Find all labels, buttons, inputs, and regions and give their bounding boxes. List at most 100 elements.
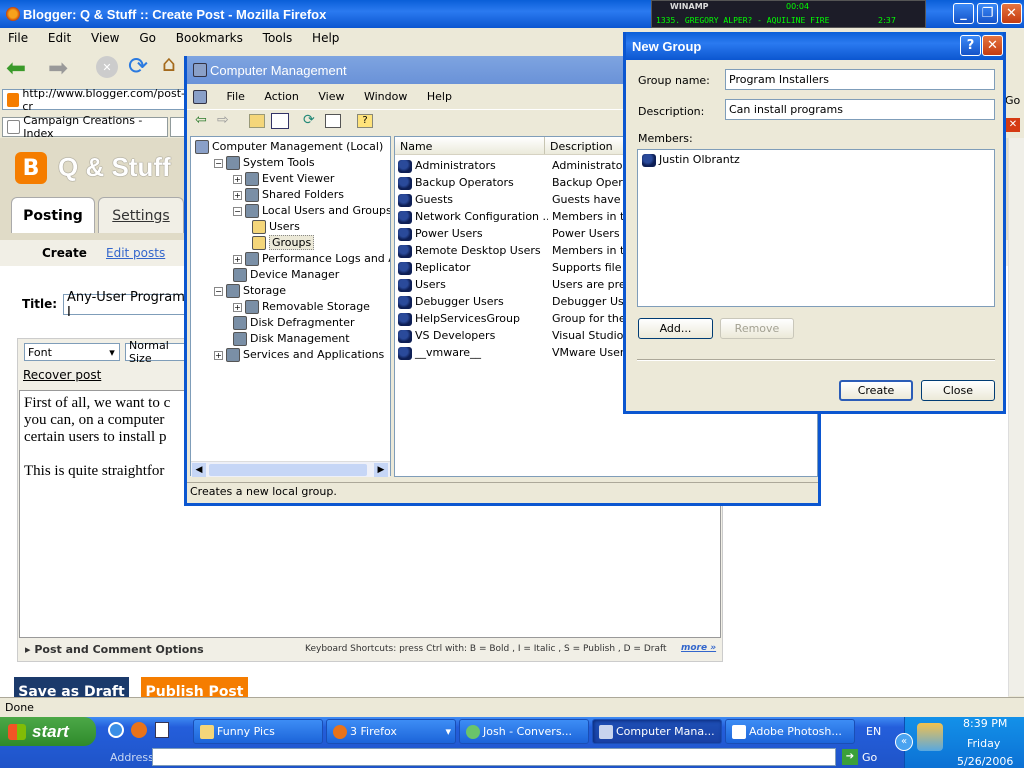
task-firefox[interactable]: 3 Firefox ▾ xyxy=(326,719,456,744)
collapse-toggle-icon[interactable]: − xyxy=(233,206,242,216)
home-icon[interactable]: ⌂ xyxy=(162,52,176,77)
tree-node[interactable]: + Event Viewer xyxy=(191,171,390,187)
menu-edit[interactable]: Edit xyxy=(48,31,71,45)
forward-icon[interactable]: ➡ xyxy=(48,54,68,82)
tree-node[interactable]: + Services and Applications xyxy=(191,347,390,363)
cm-forward-icon[interactable]: ⇨ xyxy=(217,112,229,128)
tree-node[interactable]: − Storage xyxy=(191,283,390,299)
menu-file[interactable]: File xyxy=(8,31,28,45)
cm-menu-view[interactable]: View xyxy=(318,90,344,103)
tree-node[interactable]: Users xyxy=(191,219,390,235)
menu-go[interactable]: Go xyxy=(139,31,156,45)
clock-time[interactable]: 8:39 PM xyxy=(963,717,1007,730)
scroll-right-icon[interactable]: ▶ xyxy=(374,463,388,477)
tree-node[interactable]: Computer Management (Local) xyxy=(191,139,390,155)
cm-back-icon[interactable]: ⇦ xyxy=(195,112,207,128)
tree-node[interactable]: − System Tools xyxy=(191,155,390,171)
firefox-minimize-button[interactable]: _ xyxy=(953,3,974,24)
firefox-quicklaunch-icon[interactable] xyxy=(131,722,147,738)
member-item[interactable]: Justin Olbrantz xyxy=(642,152,990,168)
publish-post-button[interactable]: Publish Post xyxy=(141,677,248,697)
ie-quicklaunch-icon[interactable] xyxy=(108,722,124,738)
expand-toggle-icon[interactable]: + xyxy=(233,254,242,264)
subtab-edit-posts[interactable]: Edit posts xyxy=(106,246,165,260)
scroll-thumb[interactable] xyxy=(209,464,367,476)
expand-toggle-icon[interactable]: + xyxy=(214,350,223,360)
start-button[interactable]: start xyxy=(0,717,96,746)
firefox-maximize-button[interactable]: ❐ xyxy=(977,3,998,24)
collapse-toggle-icon[interactable]: − xyxy=(214,158,223,168)
address-go-icon[interactable]: ➔ xyxy=(842,749,858,765)
cm-up-icon[interactable] xyxy=(249,114,265,128)
expand-toggle-icon[interactable]: + xyxy=(233,174,242,184)
tree-node[interactable]: Groups xyxy=(191,235,390,251)
help-button[interactable]: ? xyxy=(960,35,981,56)
task-josh-conversation[interactable]: Josh - Convers... xyxy=(459,719,589,744)
description-input[interactable]: Can install programs xyxy=(725,99,995,120)
address-bar[interactable]: http://www.blogger.com/post-cr xyxy=(2,87,186,113)
tree-node[interactable]: + Removable Storage xyxy=(191,299,390,315)
tray-app-icon[interactable] xyxy=(917,723,943,751)
reload-icon[interactable]: ⟳ xyxy=(128,52,148,80)
members-list[interactable]: Justin Olbrantz xyxy=(637,149,995,307)
back-icon[interactable]: ⬅ xyxy=(6,54,26,82)
remove-member-button[interactable]: Remove xyxy=(720,318,794,339)
menu-help[interactable]: Help xyxy=(312,31,339,45)
close-button[interactable]: Close xyxy=(921,380,995,401)
cm-export-icon[interactable] xyxy=(325,114,341,128)
menu-tools[interactable]: Tools xyxy=(263,31,293,45)
language-indicator[interactable]: EN xyxy=(866,725,881,738)
tree-node[interactable]: + Shared Folders xyxy=(191,187,390,203)
cm-tree-hscroll[interactable]: ◀ ▶ xyxy=(191,461,390,477)
post-title-input[interactable]: Any-User Program I xyxy=(63,290,187,320)
task-photoshop[interactable]: Adobe Photosh... xyxy=(725,719,855,744)
cm-help-icon[interactable]: ? xyxy=(357,114,373,128)
cm-refresh-icon[interactable]: ⟳ xyxy=(303,112,315,128)
cm-menu-help[interactable]: Help xyxy=(427,90,452,103)
font-select[interactable]: Font ▾ xyxy=(24,343,120,361)
tray-expand-icon[interactable]: « xyxy=(895,733,913,751)
tree-node[interactable]: Disk Defragmenter xyxy=(191,315,390,331)
task-computer-management[interactable]: Computer Mana... xyxy=(592,719,722,744)
more-link[interactable]: more » xyxy=(681,643,716,653)
close-tab-icon[interactable]: ✕ xyxy=(1006,118,1020,132)
taskbar-address-input[interactable] xyxy=(152,748,836,766)
winamp-player[interactable]: WINAMP 00:04 1335. GREGORY ALPER? - AQUI… xyxy=(651,0,926,28)
tab-settings[interactable]: Settings xyxy=(98,197,184,233)
address-go-label[interactable]: Go xyxy=(862,751,877,764)
cm-menu-action[interactable]: Action xyxy=(264,90,298,103)
tree-node[interactable]: Device Manager xyxy=(191,267,390,283)
firefox-close-button[interactable]: ✕ xyxy=(1001,3,1022,24)
go-label[interactable]: Go xyxy=(1005,94,1020,107)
cm-menu-window[interactable]: Window xyxy=(364,90,407,103)
menu-view[interactable]: View xyxy=(91,31,119,45)
collapse-toggle-icon[interactable]: − xyxy=(214,286,223,296)
tab-posting[interactable]: Posting xyxy=(11,197,95,233)
tree-node[interactable]: − Local Users and Groups xyxy=(191,203,390,219)
group-name-input[interactable]: Program Installers xyxy=(725,69,995,90)
notepad-quicklaunch-icon[interactable] xyxy=(155,722,169,738)
menu-bookmarks[interactable]: Bookmarks xyxy=(176,31,243,45)
size-select[interactable]: Normal Size xyxy=(125,339,187,365)
create-button[interactable]: Create xyxy=(839,380,913,401)
tab-campaign-creations[interactable]: Campaign Creations - Index xyxy=(2,114,168,140)
scroll-left-icon[interactable]: ◀ xyxy=(192,463,206,477)
add-member-button[interactable]: Add... xyxy=(638,318,713,339)
stop-icon[interactable]: ✕ xyxy=(96,56,118,78)
close-dialog-button[interactable]: ✕ xyxy=(982,35,1003,56)
cm-menu-file[interactable]: File xyxy=(227,90,245,103)
post-options-toggle[interactable]: ▸ Post and Comment Options xyxy=(25,643,204,656)
tree-node[interactable]: + Performance Logs and Alerts xyxy=(191,251,390,267)
firefox-scrollbar[interactable] xyxy=(1008,138,1024,696)
cm-tree-toggle-icon[interactable] xyxy=(271,113,289,129)
expand-toggle-icon[interactable]: + xyxy=(233,302,242,312)
tree-node[interactable]: Disk Management xyxy=(191,331,390,347)
task-funny-pics[interactable]: Funny Pics xyxy=(193,719,323,744)
subtab-create[interactable]: Create xyxy=(42,246,87,260)
column-description[interactable]: Description xyxy=(545,137,618,154)
expand-toggle-icon[interactable]: + xyxy=(233,190,242,200)
recover-post-link[interactable]: Recover post xyxy=(23,368,101,382)
column-name[interactable]: Name xyxy=(395,137,545,154)
save-draft-button[interactable]: Save as Draft xyxy=(14,677,129,697)
new-group-titlebar[interactable]: New Group xyxy=(626,32,1003,60)
